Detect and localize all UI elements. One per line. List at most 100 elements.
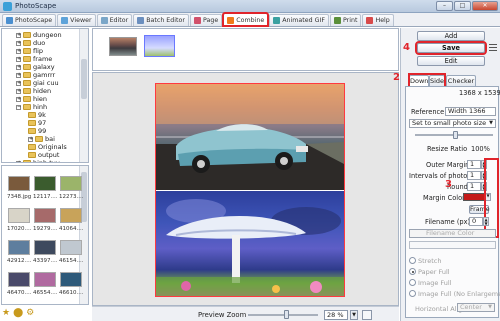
outer-margin-input[interactable]: 1 xyxy=(467,160,481,169)
tree-expander-icon[interactable]: + xyxy=(16,72,21,78)
favorite-star-icon[interactable]: ★ xyxy=(2,308,10,318)
tree-expander-icon[interactable]: + xyxy=(16,88,21,94)
fit-window-icon[interactable] xyxy=(362,310,372,320)
tree-expander-icon[interactable]: − xyxy=(16,104,21,110)
paper-full-radio[interactable] xyxy=(409,268,416,275)
folder-icon xyxy=(23,160,31,162)
maximize-button[interactable]: □ xyxy=(454,1,471,11)
window-title: PhotoScape xyxy=(15,2,57,10)
thumbnail-image[interactable] xyxy=(34,240,56,255)
thumbnail-label: 19279.... xyxy=(33,226,58,232)
tab-photoscape[interactable]: PhotoScape xyxy=(2,14,57,26)
image-full-noenl-label: Image Full (No Enlargement) xyxy=(418,290,500,298)
zoom-dropdown-icon[interactable]: ▼ xyxy=(350,310,358,320)
tree-item[interactable]: + hinh tuy xyxy=(16,159,60,162)
tree-item[interactable]: 9k xyxy=(28,111,46,119)
filename-size-spinner[interactable]: ▲ ▼ xyxy=(483,217,489,226)
tree-item[interactable]: − hinh xyxy=(16,103,47,111)
tree-expander-icon[interactable]: + xyxy=(28,136,33,142)
tree-scrollbar[interactable] xyxy=(79,29,88,162)
tree-item[interactable]: + bai xyxy=(28,135,55,143)
save-button[interactable]: Save xyxy=(415,41,487,55)
tree-expander-icon[interactable]: + xyxy=(16,32,21,38)
tab-photoscape-icon xyxy=(6,17,13,24)
stretch-radio[interactable] xyxy=(409,257,416,264)
thumbnail-image[interactable] xyxy=(60,208,82,223)
thumbnail-image[interactable] xyxy=(8,240,30,255)
edit-button[interactable]: Edit xyxy=(417,56,485,66)
folder-tree[interactable]: + dungeon + duo + flip + frame + galaxy + gamrrr + gi… xyxy=(1,28,89,163)
reference-select[interactable]: Width 1366 xyxy=(445,107,496,116)
horizontal-align-select[interactable]: Center ▼ xyxy=(457,303,495,312)
round-input[interactable]: 1 xyxy=(467,182,481,191)
thumbnail-label: 46470.... xyxy=(7,290,32,296)
annotation-badge-3: 3 xyxy=(445,179,452,190)
tree-item[interactable]: + galaxy xyxy=(16,63,55,71)
thumbnail-image[interactable] xyxy=(60,176,82,191)
tree-item[interactable]: + dungeon xyxy=(16,31,62,39)
tree-item[interactable]: + hiden xyxy=(16,87,51,95)
filename-color-select[interactable]: Filename Color xyxy=(409,229,496,238)
tree-expander-icon[interactable]: + xyxy=(16,48,21,54)
filename-size-input[interactable]: 0 xyxy=(469,217,483,226)
thumbnail-browser[interactable]: 7348.jpg 12117.... 12273.... 17020.... 19279… xyxy=(1,165,89,305)
filename-text-field[interactable] xyxy=(409,241,496,249)
tree-expander-icon[interactable]: + xyxy=(16,56,21,62)
tree-item[interactable]: + giai cuu xyxy=(16,79,59,87)
thumbnail-image[interactable] xyxy=(34,272,56,287)
camera-icon[interactable]: ⬤ xyxy=(13,308,23,318)
zoom-slider-track[interactable] xyxy=(248,314,318,316)
size-preset-select[interactable]: Set to small photo size ▼ xyxy=(409,119,496,128)
tree-item[interactable]: Originals xyxy=(28,143,67,151)
tab-help[interactable]: Help xyxy=(362,14,394,26)
zoom-value-field[interactable]: 28 % xyxy=(324,310,348,320)
tree-item[interactable]: 99 xyxy=(28,127,46,135)
tree-item[interactable]: output xyxy=(28,151,59,159)
tab-editor[interactable]: Editor xyxy=(96,14,133,26)
tab-checker[interactable]: Checker xyxy=(446,75,476,86)
thumbnail-image[interactable] xyxy=(60,240,82,255)
tab-print[interactable]: Print xyxy=(329,14,362,26)
preview-photo-mushroom xyxy=(156,191,344,296)
thumbnail-image[interactable] xyxy=(8,176,30,191)
thumbnail-image[interactable] xyxy=(60,272,82,287)
tree-item[interactable]: + duo xyxy=(16,39,45,47)
thumbnail-image[interactable] xyxy=(34,176,56,191)
tree-expander-icon[interactable]: + xyxy=(16,40,21,46)
close-button[interactable]: ✕ xyxy=(472,1,498,11)
tree-expander-icon[interactable]: + xyxy=(16,160,21,162)
thumbnail-image[interactable] xyxy=(8,208,30,223)
minimize-button[interactable]: – xyxy=(436,1,453,11)
tree-expander-icon[interactable]: + xyxy=(16,96,21,102)
tab-help-icon xyxy=(366,17,374,24)
tree-item[interactable]: + hien xyxy=(16,95,47,103)
tree-expander-icon[interactable]: + xyxy=(16,64,21,70)
tree-item[interactable]: + gamrrr xyxy=(16,71,55,79)
add-button[interactable]: Add xyxy=(417,31,485,41)
strip-photo-car[interactable] xyxy=(109,37,137,56)
tab-batch-editor[interactable]: Batch Editor xyxy=(133,14,189,26)
tab-combine[interactable]: Combine xyxy=(222,12,270,27)
thumbnail-label: 43397.... xyxy=(33,258,58,264)
thumbnail-image[interactable] xyxy=(34,208,56,223)
strip-photo-mushroom[interactable] xyxy=(144,35,175,57)
thumbnail-image[interactable] xyxy=(8,272,30,287)
zoom-slider-handle[interactable] xyxy=(284,310,289,319)
tab-page[interactable]: Page xyxy=(189,14,223,26)
image-full-radio[interactable] xyxy=(409,279,416,286)
margin-color-swatch[interactable] xyxy=(463,193,485,201)
settings-icon[interactable]: ⚙ xyxy=(26,308,34,318)
tab-animated-gif[interactable]: Animated GIF xyxy=(269,14,329,26)
intervals-input[interactable]: 1 xyxy=(467,171,481,180)
folder-icon xyxy=(23,56,31,62)
tree-item[interactable]: + frame xyxy=(16,55,52,63)
selected-photo-strip[interactable] xyxy=(92,28,399,71)
list-icon[interactable] xyxy=(489,44,497,51)
tab-viewer[interactable]: Viewer xyxy=(57,14,96,26)
tree-item[interactable]: 97 xyxy=(28,119,46,127)
size-slider-handle[interactable] xyxy=(453,131,458,139)
stretch-label: Stretch xyxy=(418,257,442,265)
tree-expander-icon[interactable]: + xyxy=(16,80,21,86)
image-full-noenl-radio[interactable] xyxy=(409,290,416,297)
tree-item[interactable]: + flip xyxy=(16,47,43,55)
